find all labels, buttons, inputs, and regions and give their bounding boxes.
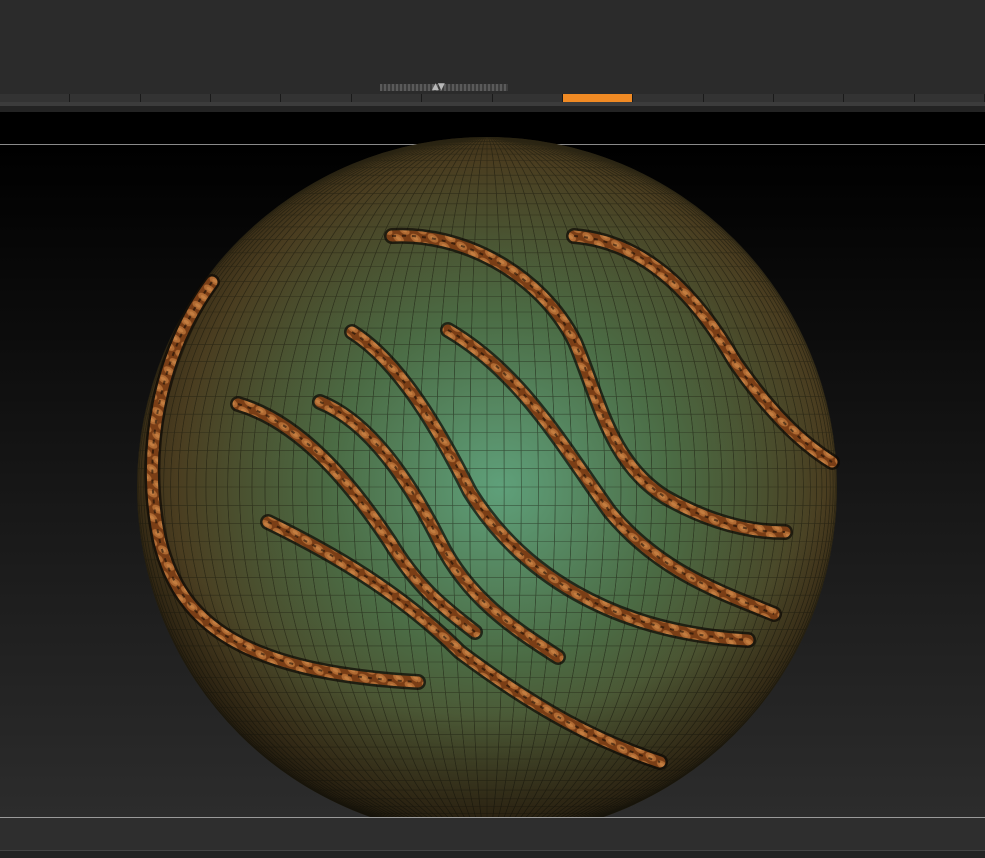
top-toolbar [0, 0, 985, 94]
bottom-toolbar [0, 817, 985, 858]
tab-10[interactable] [703, 94, 774, 102]
tab-0[interactable] [0, 94, 71, 102]
tab-2[interactable] [140, 94, 212, 102]
tab-8[interactable] [562, 94, 634, 102]
tab-7[interactable] [492, 94, 563, 102]
shelf-collapse-handle[interactable]: ▲▼ [380, 82, 508, 92]
tab-13[interactable] [914, 94, 985, 102]
tab-1[interactable] [70, 94, 141, 102]
tab-4[interactable] [281, 94, 352, 102]
sphere-shading [137, 137, 837, 817]
scene-canvas[interactable] [0, 112, 985, 817]
tab-6[interactable] [422, 94, 493, 102]
tab-9[interactable] [633, 94, 704, 102]
tab-5[interactable] [351, 94, 423, 102]
tab-strip [0, 94, 985, 102]
3d-viewport[interactable] [0, 112, 985, 817]
collapse-arrows-icon: ▲▼ [432, 82, 445, 92]
tab-3[interactable] [211, 94, 282, 102]
bottom-strip [0, 850, 985, 858]
tab-12[interactable] [844, 94, 915, 102]
tab-11[interactable] [773, 94, 845, 102]
